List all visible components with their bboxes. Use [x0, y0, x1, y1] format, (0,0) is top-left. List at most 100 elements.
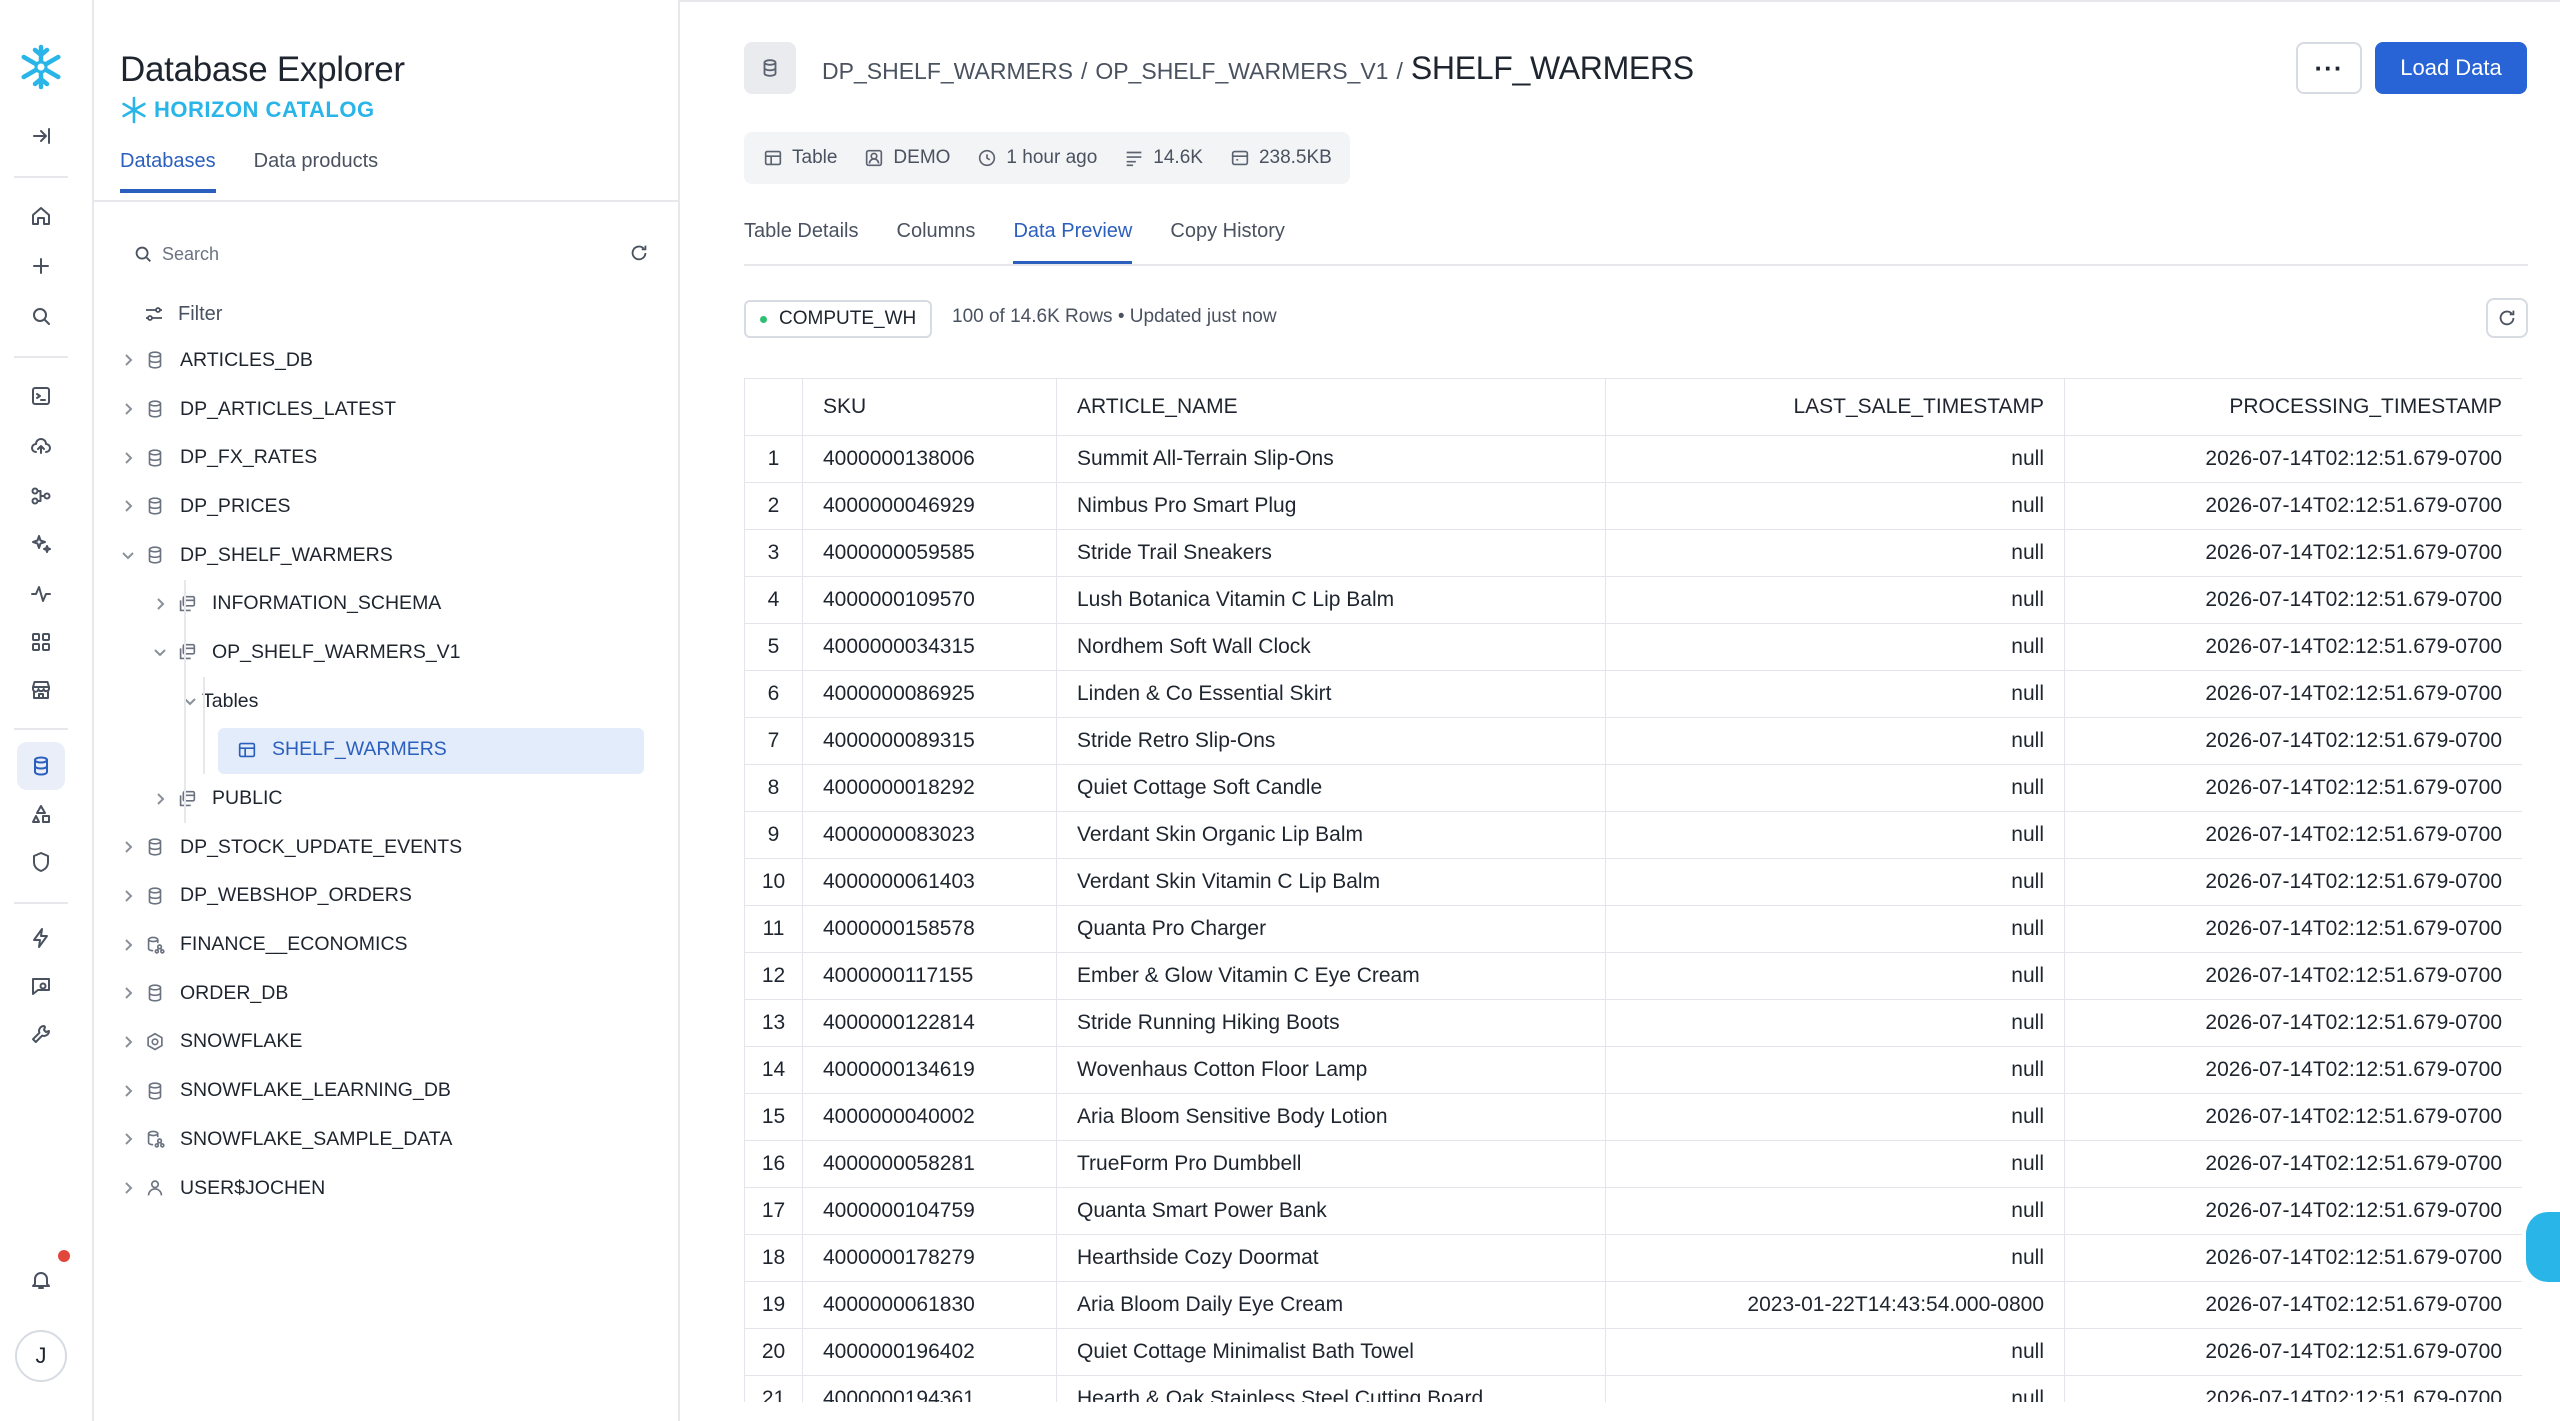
- processing-timestamp-cell[interactable]: 2026-07-14T02:12:51.679-0700: [2064, 529, 2522, 577]
- processing-timestamp-cell[interactable]: 2026-07-14T02:12:51.679-0700: [2064, 1328, 2522, 1376]
- row-index[interactable]: 15: [744, 1093, 803, 1141]
- row-index[interactable]: 18: [744, 1234, 803, 1282]
- data-preview-table-container[interactable]: SKU ARTICLE_NAME LAST_SALE_TIMESTAMP PRO…: [744, 378, 2522, 1402]
- user-avatar[interactable]: J: [15, 1330, 67, 1382]
- last-sale-timestamp-cell[interactable]: null: [1605, 999, 2065, 1047]
- last-sale-timestamp-cell[interactable]: null: [1605, 1234, 2065, 1282]
- table-row[interactable]: 14 4000000134619 Wovenhaus Cotton Floor La…: [744, 1046, 2522, 1094]
- sku-cell[interactable]: 4000000196402: [802, 1328, 1057, 1376]
- column-header-processing-timestamp[interactable]: PROCESSING_TIMESTAMP: [2064, 378, 2522, 436]
- lightning-bolt-icon[interactable]: [23, 920, 59, 956]
- row-index[interactable]: 2: [744, 482, 803, 530]
- chevron-right-icon[interactable]: [120, 1131, 136, 1147]
- row-index[interactable]: 6: [744, 670, 803, 718]
- chevron-right-icon[interactable]: [120, 1180, 136, 1196]
- table-row[interactable]: 3 4000000059585 Stride Trail Sneakers null 2…: [744, 529, 2522, 577]
- admin-wrench-icon[interactable]: [23, 1016, 59, 1052]
- last-sale-timestamp-cell[interactable]: 2023-01-22T14:43:54.000-0800: [1605, 1281, 2065, 1329]
- article-name-cell[interactable]: Quanta Smart Power Bank: [1056, 1187, 1606, 1235]
- processing-timestamp-cell[interactable]: 2026-07-14T02:12:51.679-0700: [2064, 1140, 2522, 1188]
- row-index[interactable]: 16: [744, 1140, 803, 1188]
- tree-item-snowflake[interactable]: SNOWFLAKE: [94, 1018, 680, 1067]
- table-row[interactable]: 18 4000000178279 Hearthside Cozy Doormat nu…: [744, 1234, 2522, 1282]
- sku-cell[interactable]: 4000000040002: [802, 1093, 1057, 1141]
- cloud-upload-icon[interactable]: [23, 428, 59, 464]
- tree-item-dp-shelf-warmers[interactable]: DP_SHELF_WARMERS: [94, 531, 680, 580]
- processing-timestamp-cell[interactable]: 2026-07-14T02:12:51.679-0700: [2064, 1187, 2522, 1235]
- tree-item-dp-stock-update-events[interactable]: DP_STOCK_UPDATE_EVENTS: [94, 823, 680, 872]
- last-sale-timestamp-cell[interactable]: null: [1605, 623, 2065, 671]
- table-row[interactable]: 4 4000000109570 Lush Botanica Vitamin C Li…: [744, 576, 2522, 624]
- tree-item-order-db[interactable]: ORDER_DB: [94, 969, 680, 1018]
- row-index[interactable]: 10: [744, 858, 803, 906]
- table-row[interactable]: 20 4000000196402 Quiet Cottage Minimalist …: [744, 1328, 2522, 1376]
- processing-timestamp-cell[interactable]: 2026-07-14T02:12:51.679-0700: [2064, 670, 2522, 718]
- table-row[interactable]: 9 4000000083023 Verdant Skin Organic Lip B…: [744, 811, 2522, 859]
- article-name-cell[interactable]: Lush Botanica Vitamin C Lip Balm: [1056, 576, 1606, 624]
- refresh-preview-button[interactable]: [2486, 298, 2528, 338]
- row-index[interactable]: 9: [744, 811, 803, 859]
- ai-sparkle-icon[interactable]: [23, 526, 59, 562]
- worksheets-terminal-icon[interactable]: [23, 378, 59, 414]
- article-name-cell[interactable]: Stride Trail Sneakers: [1056, 529, 1606, 577]
- tree-item-dp-webshop-orders[interactable]: DP_WEBSHOP_ORDERS: [94, 872, 680, 921]
- processing-timestamp-cell[interactable]: 2026-07-14T02:12:51.679-0700: [2064, 811, 2522, 859]
- sku-cell[interactable]: 4000000061403: [802, 858, 1057, 906]
- breadcrumb-schema[interactable]: OP_SHELF_WARMERS_V1: [1095, 58, 1388, 85]
- table-row[interactable]: 17 4000000104759 Quanta Smart Power Bank nu…: [744, 1187, 2522, 1235]
- tab-copy-history[interactable]: Copy History: [1170, 220, 1284, 265]
- row-index[interactable]: 17: [744, 1187, 803, 1235]
- table-row[interactable]: 8 4000000018292 Quiet Cottage Soft Candle n…: [744, 764, 2522, 812]
- refresh-tree-button[interactable]: [628, 242, 650, 269]
- tree-item-dp-articles-latest[interactable]: DP_ARTICLES_LATEST: [94, 385, 680, 434]
- row-index[interactable]: 4: [744, 576, 803, 624]
- chevron-right-icon[interactable]: [120, 1034, 136, 1050]
- sku-cell[interactable]: 4000000086925: [802, 670, 1057, 718]
- table-row[interactable]: 6 4000000086925 Linden & Co Essential Skir…: [744, 670, 2522, 718]
- learn-chat-icon[interactable]: [23, 968, 59, 1004]
- sku-cell[interactable]: 4000000089315: [802, 717, 1057, 765]
- article-name-cell[interactable]: Linden & Co Essential Skirt: [1056, 670, 1606, 718]
- tree-item-finance-economics[interactable]: FINANCE__ECONOMICS: [94, 920, 680, 969]
- article-name-cell[interactable]: Ember & Glow Vitamin C Eye Cream: [1056, 952, 1606, 1000]
- row-index[interactable]: 11: [744, 905, 803, 953]
- processing-timestamp-cell[interactable]: 2026-07-14T02:12:51.679-0700: [2064, 435, 2522, 483]
- sku-cell[interactable]: 4000000034315: [802, 623, 1057, 671]
- data-lineage-icon[interactable]: [23, 478, 59, 514]
- chevron-down-icon[interactable]: [152, 644, 168, 660]
- last-sale-timestamp-cell[interactable]: null: [1605, 482, 2065, 530]
- activity-monitor-icon[interactable]: [23, 576, 59, 612]
- sku-cell[interactable]: 4000000178279: [802, 1234, 1057, 1282]
- table-row[interactable]: 11 4000000158578 Quanta Pro Charger null 202…: [744, 905, 2522, 953]
- filter-button[interactable]: Filter: [142, 302, 222, 326]
- notifications-bell-icon[interactable]: [23, 1262, 59, 1298]
- article-name-cell[interactable]: Hearth & Oak Stainless Steel Cutting Boa…: [1056, 1375, 1606, 1402]
- chevron-right-icon[interactable]: [120, 352, 136, 368]
- tree-item-information-schema[interactable]: INFORMATION_SCHEMA: [94, 579, 680, 628]
- article-name-cell[interactable]: Stride Running Hiking Boots: [1056, 999, 1606, 1047]
- sku-cell[interactable]: 4000000138006: [802, 435, 1057, 483]
- sku-cell[interactable]: 4000000134619: [802, 1046, 1057, 1094]
- processing-timestamp-cell[interactable]: 2026-07-14T02:12:51.679-0700: [2064, 905, 2522, 953]
- last-sale-timestamp-cell[interactable]: null: [1605, 576, 2065, 624]
- last-sale-timestamp-cell[interactable]: null: [1605, 717, 2065, 765]
- tree-item-public[interactable]: PUBLIC: [94, 774, 680, 823]
- row-index[interactable]: 7: [744, 717, 803, 765]
- sku-cell[interactable]: 4000000158578: [802, 905, 1057, 953]
- article-name-cell[interactable]: Quiet Cottage Soft Candle: [1056, 764, 1606, 812]
- chevron-right-icon[interactable]: [120, 888, 136, 904]
- last-sale-timestamp-cell[interactable]: null: [1605, 811, 2065, 859]
- last-sale-timestamp-cell[interactable]: null: [1605, 764, 2065, 812]
- row-index[interactable]: 20: [744, 1328, 803, 1376]
- sku-cell[interactable]: 4000000194361: [802, 1375, 1057, 1402]
- last-sale-timestamp-cell[interactable]: null: [1605, 1093, 2065, 1141]
- chevron-right-icon[interactable]: [120, 839, 136, 855]
- tree-item-articles-db[interactable]: ARTICLES_DB: [94, 336, 680, 385]
- tab-data-preview[interactable]: Data Preview: [1013, 220, 1133, 265]
- sku-cell[interactable]: 4000000104759: [802, 1187, 1057, 1235]
- article-name-cell[interactable]: Quanta Pro Charger: [1056, 905, 1606, 953]
- sku-cell[interactable]: 4000000117155: [802, 952, 1057, 1000]
- column-header-article-name[interactable]: ARTICLE_NAME: [1056, 378, 1606, 436]
- last-sale-timestamp-cell[interactable]: null: [1605, 670, 2065, 718]
- last-sale-timestamp-cell[interactable]: null: [1605, 1187, 2065, 1235]
